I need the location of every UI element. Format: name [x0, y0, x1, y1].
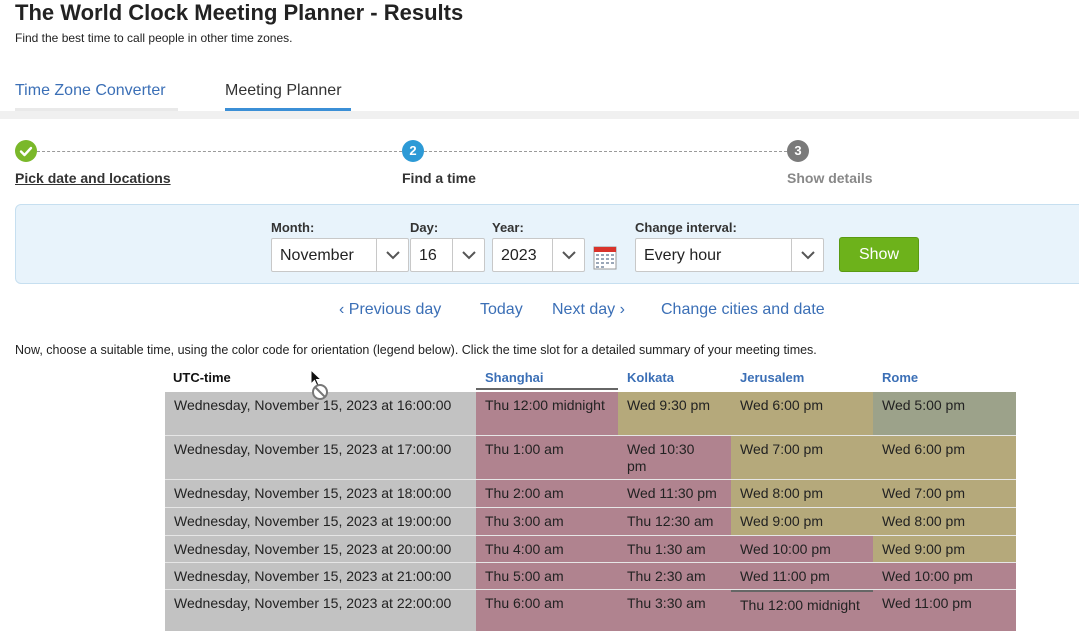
- jerusalem-cell: Wed 11:00 pm: [731, 563, 873, 589]
- instructions-text: Now, choose a suitable time, using the c…: [15, 343, 817, 357]
- page-subtitle: Find the best time to call people in oth…: [15, 31, 293, 45]
- column-header-label: Kolkata: [627, 370, 674, 385]
- rome-cell: Wed 10:00 pm: [873, 563, 1016, 589]
- step-connector: [424, 151, 787, 152]
- month-select[interactable]: November: [271, 238, 409, 272]
- utc-cell: Wednesday, November 15, 2023 at 17:00:00: [165, 436, 476, 479]
- year-value: 2023: [501, 247, 537, 264]
- table-row[interactable]: Wednesday, November 15, 2023 at 16:00:00…: [165, 392, 1016, 436]
- table-row[interactable]: Wednesday, November 15, 2023 at 21:00:00…: [165, 563, 1016, 590]
- jerusalem-cell: Thu 12:00 midnight: [731, 590, 873, 631]
- not-allowed-cursor-icon: [310, 368, 328, 400]
- year-select[interactable]: 2023: [492, 238, 585, 272]
- jerusalem-cell: Wed 9:00 pm: [731, 508, 873, 535]
- kolkata-cell: Wed 9:30 pm: [618, 392, 731, 435]
- month-value: November: [280, 247, 354, 264]
- step-2-label: Find a time: [402, 170, 476, 186]
- utc-cell: Wednesday, November 15, 2023 at 19:00:00: [165, 508, 476, 535]
- rome-cell: Wed 5:00 pm: [873, 392, 1016, 435]
- rome-cell: Wed 8:00 pm: [873, 508, 1016, 535]
- utc-cell: Wednesday, November 15, 2023 at 20:00:00: [165, 536, 476, 562]
- interval-value: Every hour: [644, 247, 722, 264]
- table-row[interactable]: Wednesday, November 15, 2023 at 19:00:00…: [165, 508, 1016, 536]
- date-selection-form: Month: November Day: 16 Year: 2023 Chang…: [15, 204, 1079, 284]
- column-header-label: UTC-time: [173, 370, 231, 385]
- calendar-icon[interactable]: [593, 245, 617, 270]
- step-1-circle[interactable]: [15, 140, 37, 162]
- shanghai-cell: Thu 1:00 am: [476, 436, 618, 479]
- utc-cell: Wednesday, November 15, 2023 at 18:00:00: [165, 480, 476, 507]
- column-header-kolkata[interactable]: Kolkata: [618, 364, 731, 390]
- chevron-down-icon[interactable]: [552, 239, 584, 271]
- today-link[interactable]: Today: [480, 301, 523, 319]
- shanghai-cell: Thu 6:00 am: [476, 590, 618, 631]
- tab-bar: Time Zone Converter Meeting Planner: [0, 70, 1079, 119]
- day-navigation: ‹ Previous day Today Next day › Change c…: [0, 301, 1079, 323]
- shanghai-cell: Thu 2:00 am: [476, 480, 618, 507]
- shanghai-cell: Thu 5:00 am: [476, 563, 618, 589]
- step-3-label: Show details: [787, 170, 873, 186]
- day-select[interactable]: 16: [410, 238, 485, 272]
- kolkata-cell: Wed 11:30 pm: [618, 480, 731, 507]
- rome-cell: Wed 6:00 pm: [873, 436, 1016, 479]
- table-row[interactable]: Wednesday, November 15, 2023 at 17:00:00…: [165, 436, 1016, 480]
- column-header-label: Rome: [882, 370, 919, 385]
- interval-select[interactable]: Every hour: [635, 238, 824, 272]
- rome-cell: Wed 11:00 pm: [873, 590, 1016, 631]
- shanghai-cell: Thu 3:00 am: [476, 508, 618, 535]
- tab-time-zone-converter[interactable]: Time Zone Converter: [15, 82, 166, 100]
- previous-day-link[interactable]: ‹ Previous day: [339, 301, 441, 319]
- next-day-link[interactable]: Next day ›: [552, 301, 625, 319]
- column-header-rome[interactable]: Rome: [873, 364, 1016, 390]
- jerusalem-cell: Wed 7:00 pm: [731, 436, 873, 479]
- tab-divider: [0, 111, 1079, 119]
- change-cities-link[interactable]: Change cities and date: [661, 301, 825, 319]
- year-label: Year:: [492, 220, 524, 235]
- rome-cell: Wed 9:00 pm: [873, 536, 1016, 562]
- step-1-link[interactable]: Pick date and locations: [15, 170, 171, 186]
- utc-cell: Wednesday, November 15, 2023 at 22:00:00: [165, 590, 476, 631]
- rome-cell: Wed 7:00 pm: [873, 480, 1016, 507]
- table-row[interactable]: Wednesday, November 15, 2023 at 22:00:00…: [165, 590, 1016, 631]
- kolkata-cell: Thu 1:30 am: [618, 536, 731, 562]
- jerusalem-cell: Wed 6:00 pm: [731, 392, 873, 435]
- column-header-jerusalem[interactable]: Jerusalem: [731, 364, 873, 390]
- checkmark-icon: [19, 146, 33, 157]
- column-header-shanghai[interactable]: Shanghai: [476, 364, 618, 390]
- table-row[interactable]: Wednesday, November 15, 2023 at 18:00:00…: [165, 480, 1016, 508]
- kolkata-cell: Thu 12:30 am: [618, 508, 731, 535]
- jerusalem-cell: Wed 10:00 pm: [731, 536, 873, 562]
- chevron-down-icon[interactable]: [791, 239, 823, 271]
- jerusalem-cell: Wed 8:00 pm: [731, 480, 873, 507]
- day-label: Day:: [410, 220, 439, 235]
- chevron-down-icon[interactable]: [452, 239, 484, 271]
- step-3-circle: 3: [787, 140, 809, 162]
- column-header-label: Shanghai: [485, 370, 544, 385]
- kolkata-cell: Thu 2:30 am: [618, 563, 731, 589]
- step-connector: [37, 151, 402, 152]
- shanghai-cell: Thu 12:00 midnight: [476, 392, 618, 435]
- step-2-circle: 2: [402, 140, 424, 162]
- page-title: The World Clock Meeting Planner - Result…: [15, 0, 464, 25]
- utc-cell: Wednesday, November 15, 2023 at 21:00:00: [165, 563, 476, 589]
- day-value: 16: [419, 247, 437, 264]
- kolkata-cell: Thu 3:30 am: [618, 590, 731, 631]
- interval-label: Change interval:: [635, 220, 737, 235]
- month-label: Month:: [271, 220, 315, 235]
- table-row[interactable]: Wednesday, November 15, 2023 at 20:00:00…: [165, 536, 1016, 563]
- kolkata-cell: Wed 10:30 pm: [618, 436, 731, 479]
- chevron-down-icon[interactable]: [376, 239, 408, 271]
- show-button[interactable]: Show: [839, 237, 919, 272]
- column-header-label: Jerusalem: [740, 370, 805, 385]
- progress-steps: 2 3 Pick date and locations Find a time …: [0, 138, 1079, 188]
- shanghai-cell: Thu 4:00 am: [476, 536, 618, 562]
- tab-meeting-planner[interactable]: Meeting Planner: [225, 82, 342, 100]
